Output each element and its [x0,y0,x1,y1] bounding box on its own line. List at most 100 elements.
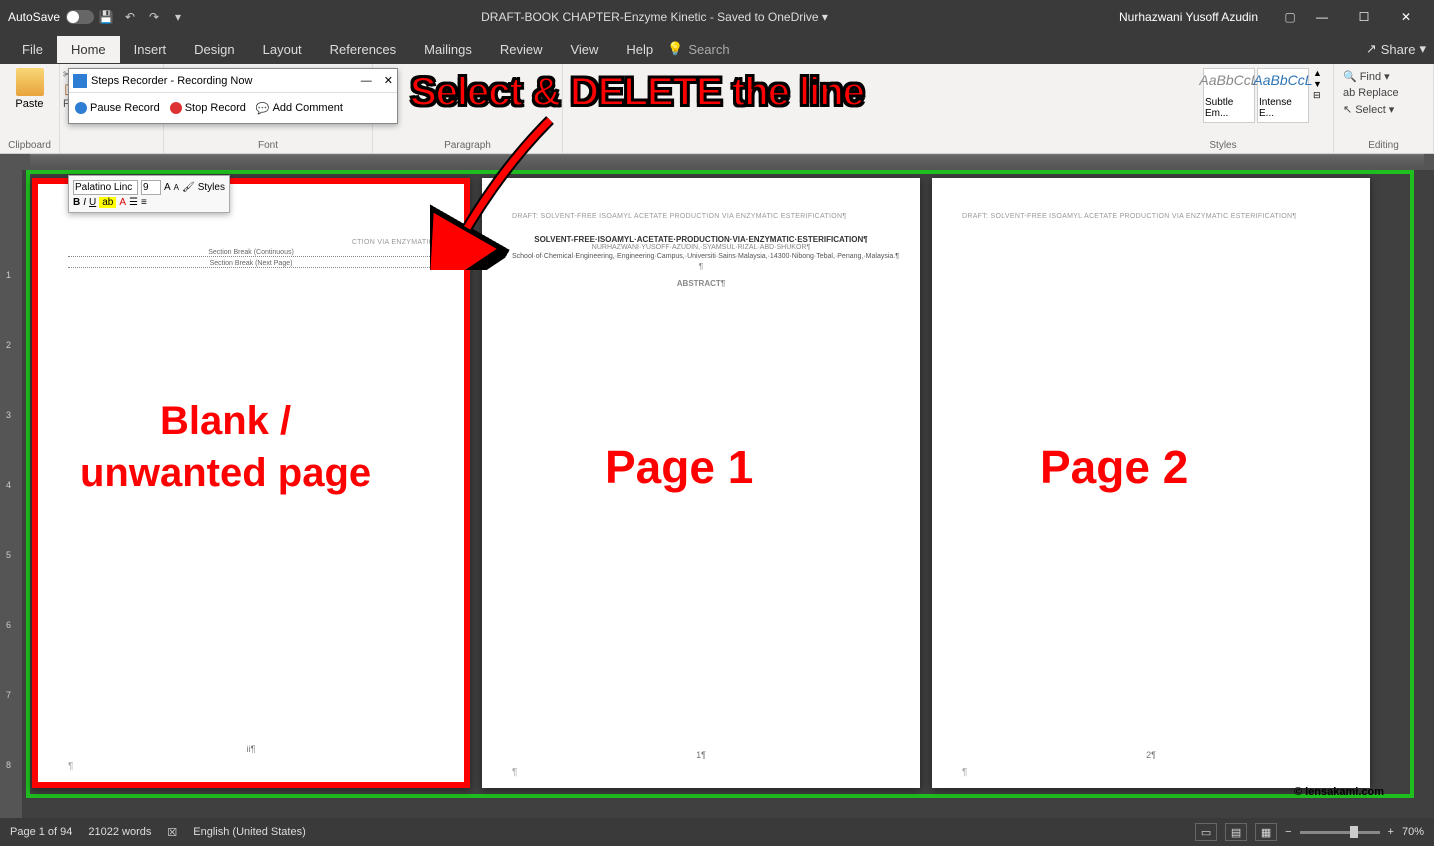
select-button[interactable]: ↖Select▾ [1340,102,1427,117]
web-layout-button[interactable]: ▦ [1255,823,1277,841]
tab-help[interactable]: Help [612,36,667,63]
pilcrow-mark: ¶ [512,767,517,778]
steps-recorder-titlebar[interactable]: Steps Recorder - Recording Now — ✕ [69,69,397,93]
qat-dropdown-icon[interactable]: ▾ [169,8,187,26]
italic-button[interactable]: I [83,197,86,208]
pilcrow-mark: ¶ [962,767,967,778]
minimize-icon[interactable]: — [361,75,372,87]
spellcheck-icon[interactable]: ☒ [167,826,177,839]
shrink-font-icon[interactable]: A [174,183,179,192]
highlight-button[interactable]: ab [99,197,116,208]
word-count[interactable]: 21022 words [88,826,151,838]
tab-home[interactable]: Home [57,36,120,63]
steps-recorder-title: Steps Recorder - Recording Now [91,75,252,87]
ribbon-display-icon[interactable]: ▢ [1281,8,1299,26]
pause-record-button[interactable]: Pause Record [75,102,160,114]
steps-recorder-icon [73,74,87,88]
vertical-ruler[interactable]: 123 456 78 [0,170,22,818]
print-layout-button[interactable]: ▤ [1225,823,1247,841]
page-count[interactable]: Page 1 of 94 [10,826,72,838]
font-size-input[interactable] [141,180,161,195]
minimize-button[interactable]: — [1302,2,1342,32]
replace-button[interactable]: abReplace [1340,86,1427,100]
styles-gallery[interactable]: AaBbCcL Subtle Em... AaBbCcL Intense E..… [1203,68,1327,123]
pause-icon [75,102,87,114]
tab-mailings[interactable]: Mailings [410,36,486,63]
style-subtle-emphasis[interactable]: AaBbCcL Subtle Em... [1203,68,1255,123]
tab-design[interactable]: Design [180,36,248,63]
close-button[interactable]: ✕ [1386,2,1426,32]
page-number: ii¶ [247,744,256,754]
styles-more-icon[interactable]: ⊟ [1313,90,1327,101]
annotation-page2-label: Page 2 [1040,440,1188,494]
zoom-slider[interactable] [1300,831,1380,834]
title-bar: AutoSave 💾 ↶ ↷ ▾ DRAFT-BOOK CHAPTER-Enzy… [0,0,1434,34]
paste-label: Paste [15,98,43,110]
styles-group-label: Styles [1173,140,1273,151]
grow-font-icon[interactable]: A [164,182,171,193]
style-intense-emphasis[interactable]: AaBbCcL Intense E... [1257,68,1309,123]
steps-recorder-window[interactable]: Steps Recorder - Recording Now — ✕ Pause… [68,68,398,124]
style-name: Intense E... [1259,97,1307,119]
page-header: CTION VIA ENZYMATIC [68,239,434,246]
styles-up-icon[interactable]: ▲ [1313,68,1327,78]
maximize-button[interactable]: ☐ [1344,2,1384,32]
tell-me-search[interactable]: 💡 Search [667,41,729,57]
horizontal-ruler[interactable] [0,154,1434,170]
undo-icon[interactable]: ↶ [121,8,139,26]
section-break-continuous[interactable]: Section Break (Continuous) [68,249,434,257]
find-button[interactable]: 🔍Find▾ [1340,69,1427,84]
autosave-label: AutoSave [8,10,60,24]
font-color-button[interactable]: A [119,197,126,208]
abstract-heading: ABSTRACT¶ [512,279,890,288]
chevron-down-icon: ▾ [1389,103,1395,116]
clipboard-group-label: Clipboard [0,140,59,151]
styles-button[interactable]: Styles [198,182,225,193]
ribbon-tabs: File Home Insert Design Layout Reference… [0,34,1434,64]
page-number: 1¶ [696,750,706,760]
select-icon: ↖ [1343,103,1352,116]
language-status[interactable]: English (United States) [193,826,306,838]
tab-file[interactable]: File [8,36,57,63]
paste-icon [16,68,44,96]
zoom-out-button[interactable]: − [1285,826,1291,838]
redo-icon[interactable]: ↷ [145,8,163,26]
editing-group-label: Editing [1334,140,1433,151]
tab-insert[interactable]: Insert [120,36,181,63]
page-header: DRAFT: SOLVENT-FREE ISOAMYL ACETATE PROD… [962,213,1340,220]
page-number: 2¶ [1146,750,1156,760]
lightbulb-icon: 💡 [667,41,683,57]
font-name-input[interactable] [73,180,138,195]
numbering-button[interactable]: ≡ [141,197,147,208]
bold-button[interactable]: B [73,197,80,208]
mini-toolbar[interactable]: A A 🖌 Styles B I U ab A ☰ ≡ [68,175,230,213]
share-button[interactable]: ↗ Share ▾ [1366,41,1426,57]
styles-down-icon[interactable]: ▼ [1313,79,1327,89]
zoom-level[interactable]: 70% [1402,826,1424,838]
tab-references[interactable]: References [316,36,410,63]
annotation-page1-label: Page 1 [605,440,753,494]
paste-button[interactable]: Paste [6,66,53,112]
format-painter-icon[interactable]: 🖌 [182,182,195,193]
add-comment-button[interactable]: 💬Add Comment [256,102,343,115]
watermark: © lensakami.com [1294,786,1384,798]
bullets-button[interactable]: ☰ [129,197,138,208]
style-preview: AaBbCcL [1253,72,1312,88]
underline-button[interactable]: U [89,197,96,208]
tab-review[interactable]: Review [486,36,557,63]
toggle-switch[interactable] [66,10,94,24]
focus-view-button[interactable]: ▭ [1195,823,1217,841]
tab-view[interactable]: View [556,36,612,63]
save-icon[interactable]: 💾 [97,8,115,26]
user-name[interactable]: Nurhazwani Yusoff Azudin [1119,10,1258,24]
find-icon: 🔍 [1343,70,1357,83]
autosave-toggle[interactable]: AutoSave [8,10,94,24]
section-break-next-page[interactable]: Section Break (Next Page) [68,260,434,268]
annotation-blank-label: Blank / unwanted page [80,395,371,499]
zoom-in-button[interactable]: + [1388,826,1394,838]
tab-layout[interactable]: Layout [249,36,316,63]
share-label: Share [1381,42,1416,57]
search-placeholder: Search [688,42,729,57]
close-icon[interactable]: ✕ [384,74,393,87]
stop-record-button[interactable]: Stop Record [170,102,246,114]
